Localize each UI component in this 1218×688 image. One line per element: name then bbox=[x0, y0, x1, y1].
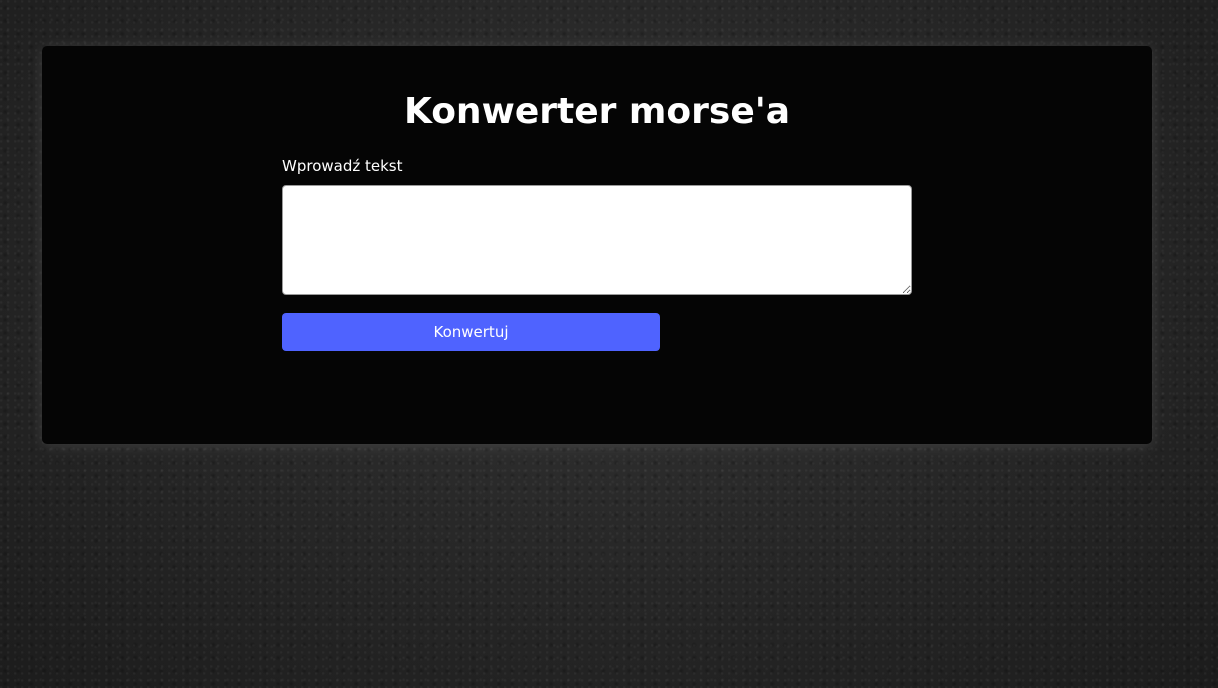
converter-form: Wprowadź tekst Konwertuj bbox=[282, 156, 912, 351]
page-title: Konwerter morse'a bbox=[403, 91, 791, 132]
text-input[interactable] bbox=[282, 185, 912, 295]
text-input-label: Wprowadź tekst bbox=[282, 157, 403, 175]
convert-button[interactable]: Konwertuj bbox=[282, 313, 660, 351]
converter-card: Konwerter morse'a Wprowadź tekst Konwert… bbox=[42, 46, 1152, 444]
